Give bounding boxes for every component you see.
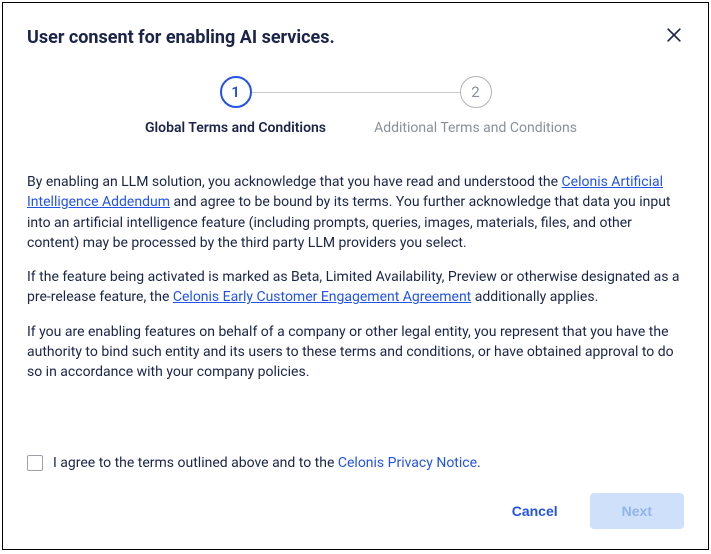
consent-dialog: User consent for enabling AI services. 1… [2, 2, 709, 550]
dialog-footer: Cancel Next [27, 493, 684, 529]
paragraph-1: By enabling an LLM solution, you acknowl… [27, 172, 684, 253]
dialog-title: User consent for enabling AI services. [27, 27, 684, 48]
step-1-label: Global Terms and Conditions [145, 120, 326, 136]
step-1-circle: 1 [220, 76, 252, 108]
step-2-circle: 2 [460, 76, 492, 108]
step-2-label: Additional Terms and Conditions [374, 120, 577, 136]
paragraph-3: If you are enabling features on behalf o… [27, 322, 684, 383]
stepper: 1 Global Terms and Conditions 2 Addition… [27, 76, 684, 136]
agree-checkbox[interactable] [27, 455, 43, 471]
step-1: 1 Global Terms and Conditions [116, 76, 356, 136]
close-button[interactable] [660, 21, 688, 49]
agree-row: I agree to the terms outlined above and … [27, 455, 684, 471]
next-button[interactable]: Next [590, 493, 684, 529]
close-icon [664, 25, 684, 45]
content-body: By enabling an LLM solution, you acknowl… [27, 172, 684, 443]
early-customer-agreement-link[interactable]: Celonis Early Customer Engagement Agreem… [173, 289, 471, 305]
cancel-button[interactable]: Cancel [500, 495, 570, 527]
agree-label: I agree to the terms outlined above and … [53, 455, 481, 471]
step-2: 2 Additional Terms and Conditions [356, 76, 596, 136]
paragraph-2: If the feature being activated is marked… [27, 267, 684, 308]
privacy-notice-link[interactable]: Celonis Privacy Notice [338, 455, 477, 471]
